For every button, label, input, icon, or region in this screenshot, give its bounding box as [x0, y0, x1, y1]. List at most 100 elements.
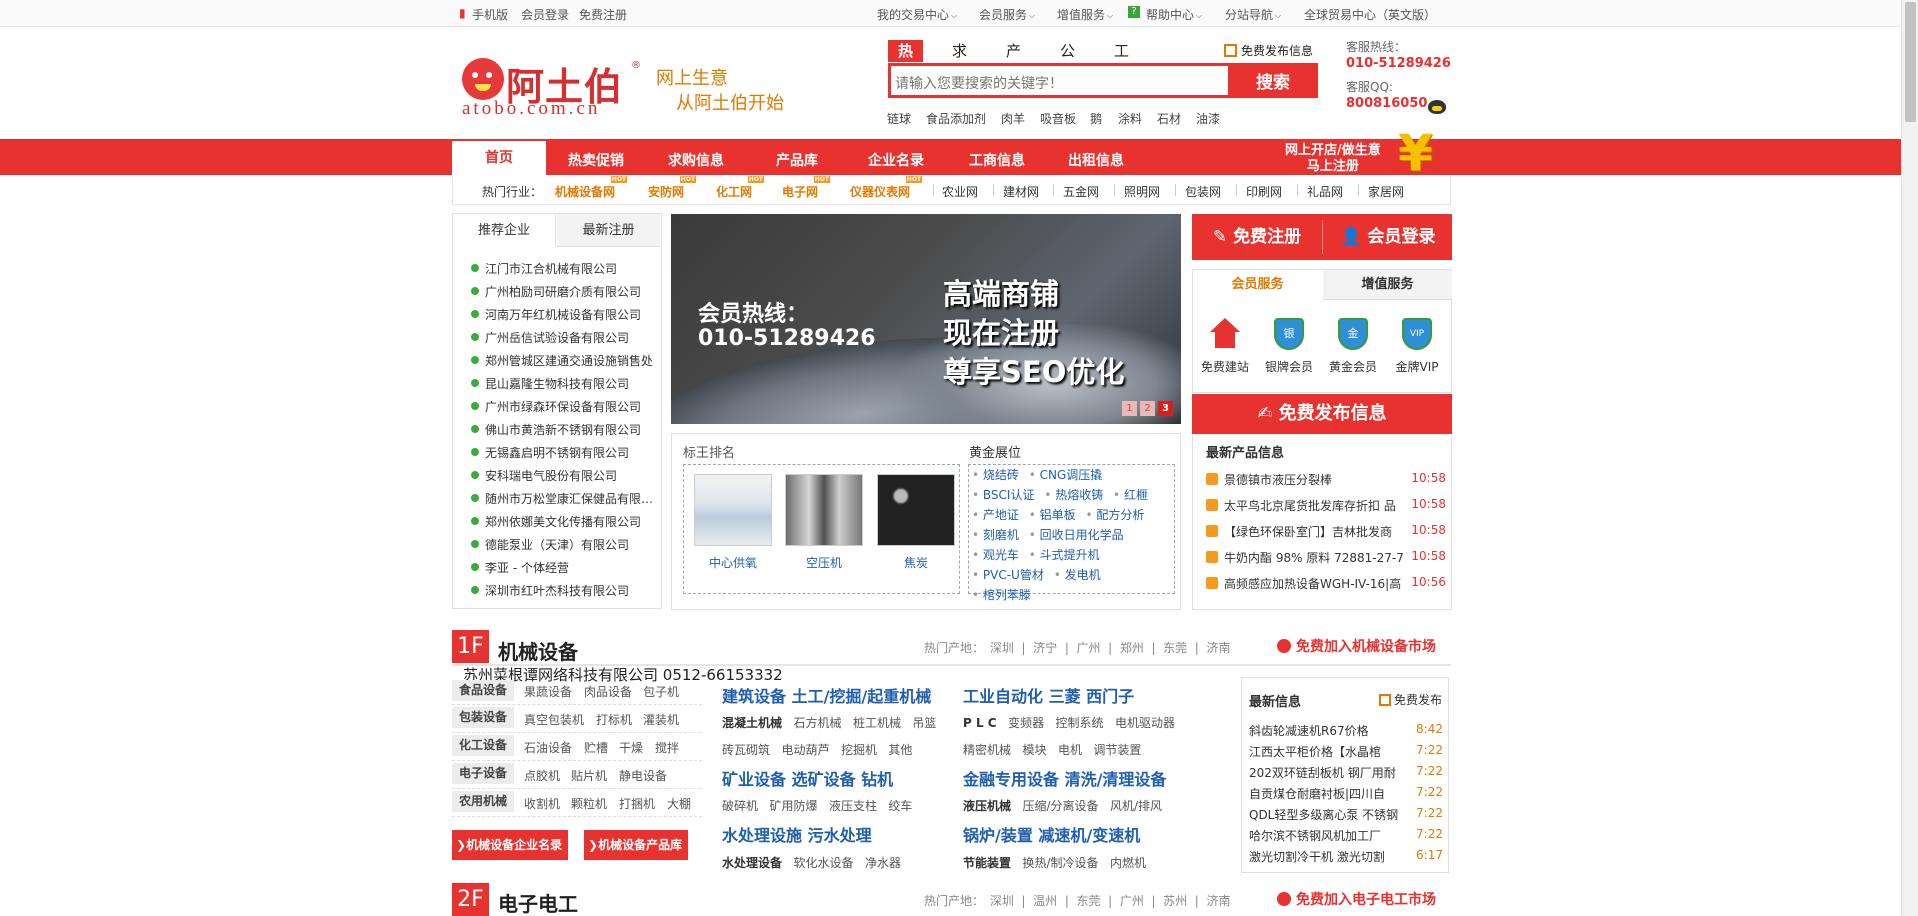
nav-companies[interactable]: 企业名录: [868, 150, 924, 170]
category-tag[interactable]: 化工设备: [452, 735, 514, 756]
gold-item[interactable]: 产地证: [972, 508, 1019, 522]
company-link[interactable]: 广州市绿森环保设备有限公司: [469, 398, 659, 421]
category-item[interactable]: 颗粒机: [571, 795, 607, 812]
gold-item[interactable]: CNG调压撬: [1029, 468, 1103, 482]
search-tab-product[interactable]: 产品: [1006, 40, 1021, 82]
publish-info-link[interactable]: 免费发布信息: [1224, 42, 1313, 59]
industry-link-hot[interactable]: 机械设备网 HOT: [555, 176, 628, 200]
search-tab-hot[interactable]: 热卖: [888, 40, 924, 82]
gold-item[interactable]: 回收日用化学品: [1029, 528, 1124, 542]
company-link[interactable]: 李亚 - 个体经营: [469, 559, 659, 582]
section-heading[interactable]: 锅炉/装置 减速机/变速机: [963, 822, 1140, 846]
qq-number[interactable]: 800816050: [1346, 96, 1427, 111]
company-link[interactable]: 德能泵业（天津）有限公司: [469, 536, 659, 559]
section-heading[interactable]: 金融专用设备 清洗/清理设备: [963, 766, 1166, 790]
site-nav-menu[interactable]: 分站导航 ⌵: [1225, 6, 1281, 23]
category-item[interactable]: 贮槽: [584, 739, 608, 756]
banner-page-dot[interactable]: 2: [1140, 401, 1155, 416]
service-free-site[interactable]: 免费建站: [1193, 318, 1257, 375]
promo-banner[interactable]: 会员热线： 010-51289426 高端商铺 现在注册 尊享SEO优化 123: [671, 214, 1181, 424]
search-tab-buy[interactable]: 求购: [952, 40, 967, 82]
industry-link[interactable]: 农业网: [942, 183, 978, 200]
hot-area-link[interactable]: 郑州: [1120, 641, 1144, 655]
sub-link[interactable]: 混凝土机械: [722, 716, 782, 730]
sub-link[interactable]: 石方机械: [793, 716, 841, 730]
latest-row[interactable]: 牛奶内酯 98% 原料 72881-27-7 10:58: [1206, 549, 1446, 569]
news-row[interactable]: 自贡煤仓耐磨衬板|四川自 7:22: [1249, 785, 1443, 803]
sub-link[interactable]: P L C: [963, 716, 997, 730]
floor-title[interactable]: 电子电工: [498, 888, 578, 916]
sub-link[interactable]: 桩工机械: [853, 716, 901, 730]
sub-link[interactable]: 变频器: [1008, 716, 1044, 730]
register-button[interactable]: ✎ 免费注册: [1192, 214, 1322, 260]
join-market-link[interactable]: 免费加入机械设备市场: [1277, 636, 1436, 656]
member-login-link[interactable]: 会员登录: [521, 6, 569, 23]
hot-area-link[interactable]: 广州: [1120, 894, 1144, 908]
company-link[interactable]: 郑州依娜美文化传播有限公司: [469, 513, 659, 536]
company-link[interactable]: 昆山嘉隆生物科技有限公司: [469, 375, 659, 398]
category-tag[interactable]: 农用机械: [452, 791, 514, 812]
my-trade-center-menu[interactable]: 我的交易中心 ⌵: [877, 6, 957, 23]
sub-link[interactable]: 吊篮: [912, 716, 936, 730]
news-row[interactable]: QDL轻型多级离心泵 不锈钢 7:22: [1249, 806, 1443, 824]
hot-area-link[interactable]: 广州: [1077, 641, 1101, 655]
sub-link[interactable]: 调节装置: [1093, 743, 1141, 757]
tab-member-service[interactable]: 会员服务: [1193, 270, 1322, 300]
sub-link[interactable]: 净水器: [865, 856, 901, 870]
hot-area-link[interactable]: 济宁: [1033, 641, 1057, 655]
company-link[interactable]: 广州柏励司研磨介质有限公司: [469, 283, 659, 306]
sub-link[interactable]: 压缩/分离设备: [1022, 799, 1098, 813]
nav-business-info[interactable]: 工商信息: [969, 150, 1025, 170]
hot-keyword[interactable]: 油漆: [1196, 110, 1220, 127]
company-link[interactable]: 随州市万松堂康汇保健品有限公...: [469, 490, 659, 513]
service-silver[interactable]: 银 银牌会员: [1257, 318, 1321, 375]
member-service-menu[interactable]: 会员服务 ⌵: [979, 6, 1035, 23]
category-item[interactable]: 贴片机: [571, 767, 607, 784]
tab-recommended[interactable]: 推荐企业: [453, 214, 556, 247]
industry-link[interactable]: 礼品网: [1307, 183, 1343, 200]
vertical-scrollbar[interactable]: [1901, 0, 1918, 916]
category-item[interactable]: 灌装机: [643, 711, 679, 728]
latest-row[interactable]: 太平鸟北京尾货批发库存折扣 品 10:58: [1206, 497, 1446, 517]
company-link[interactable]: 郑州管城区建通交通设施销售处: [469, 352, 659, 375]
floor-title[interactable]: 机械设备: [498, 636, 578, 665]
sub-link[interactable]: 电动葫芦: [781, 743, 829, 757]
gold-item[interactable]: 棺列苯滕: [972, 588, 1031, 602]
category-item[interactable]: 石油设备: [524, 739, 572, 756]
search-tab-business[interactable]: 工商: [1114, 40, 1129, 82]
help-center-menu[interactable]: 帮助中心 ⌵: [1146, 6, 1202, 23]
sub-link[interactable]: 砖瓦砌筑: [722, 743, 770, 757]
company-link[interactable]: 佛山市黄浩新不锈钢有限公司: [469, 421, 659, 444]
product-card[interactable]: 焦炭: [875, 474, 957, 571]
gold-item[interactable]: 烧结砖: [972, 468, 1019, 482]
latest-row[interactable]: 高频感应加热设备WGH-IV-16|高 10:56: [1206, 575, 1446, 595]
section-heading[interactable]: 建筑设备 土工/挖掘/起重机械: [722, 683, 931, 707]
nav-purchase[interactable]: 求购信息: [668, 150, 724, 170]
banner-page-dot[interactable]: 1: [1122, 401, 1137, 416]
news-row[interactable]: 斜齿轮减速机R67价格 8:42: [1249, 722, 1443, 740]
nav-products[interactable]: 产品库: [776, 150, 818, 170]
hot-keyword[interactable]: 肉羊: [1001, 110, 1025, 127]
sub-link[interactable]: 液压支柱: [829, 799, 877, 813]
nav-hot-sale[interactable]: 热卖促销: [568, 150, 624, 170]
hot-area-link[interactable]: 东莞: [1163, 641, 1187, 655]
industry-link[interactable]: 照明网: [1124, 183, 1160, 200]
sub-link[interactable]: 控制系统: [1056, 716, 1104, 730]
tab-value-added[interactable]: 增值服务: [1323, 270, 1452, 300]
hot-keyword[interactable]: 链球: [887, 110, 911, 127]
logo-icon[interactable]: [462, 58, 504, 100]
category-item[interactable]: 包子机: [643, 683, 679, 700]
hot-area-link[interactable]: 深圳: [990, 894, 1014, 908]
free-publish-button[interactable]: ✍ 免费发布信息: [1192, 394, 1452, 434]
latest-row[interactable]: 景德镇市液压分裂棒 10:58: [1206, 471, 1446, 491]
industry-link-hot[interactable]: 仪器仪表网 HOT: [850, 176, 923, 200]
category-tag[interactable]: 食品设备: [452, 680, 514, 701]
hot-keyword[interactable]: 涂料: [1118, 110, 1142, 127]
service-gold[interactable]: 金 黄金会员: [1321, 318, 1385, 375]
products-library-button[interactable]: ❯机械设备产品库: [584, 830, 689, 860]
category-item[interactable]: 大棚: [667, 795, 691, 812]
industry-link[interactable]: 五金网: [1063, 183, 1099, 200]
gold-item[interactable]: 发电机: [1054, 568, 1101, 582]
search-input[interactable]: [895, 72, 1225, 94]
sub-link[interactable]: 电机驱动器: [1115, 716, 1175, 730]
